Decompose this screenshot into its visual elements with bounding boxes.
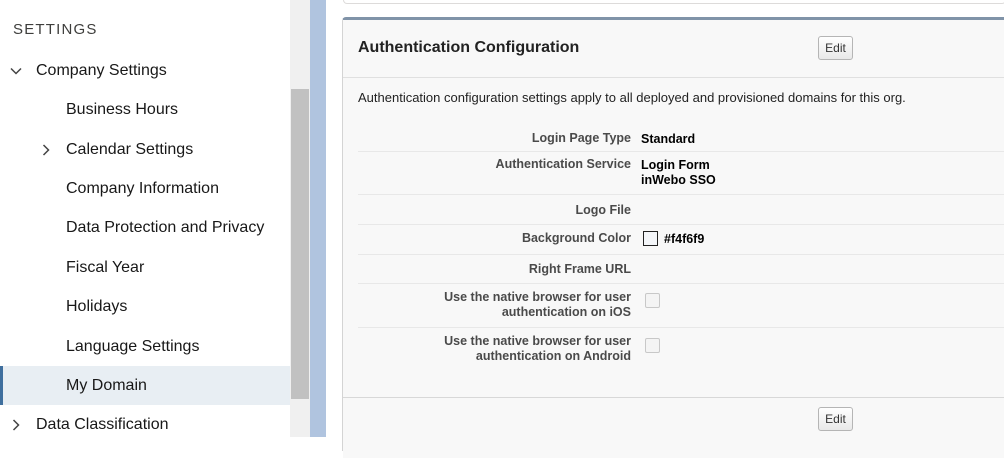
field-label-line: Use the native browser for user [444,334,631,348]
field-value: Login Form inWebo SSO [641,158,716,188]
field-label-line: Use the native browser for user [444,290,631,304]
previous-section-box [343,0,1004,4]
field-label-line: authentication on iOS [501,305,631,319]
field-row-login-page-type: Login Page Type Standard [358,124,1004,152]
edit-button-top[interactable]: Edit [818,36,853,60]
authentication-configuration-panel: Authentication Configuration Edit Authen… [342,17,1004,458]
auth-service-login-form: Login Form [641,158,710,172]
sidebar-item-label: Company Settings [36,61,167,79]
sidebar-scrollbar[interactable] [290,0,310,437]
sidebar-item-my-domain[interactable]: My Domain [0,366,290,405]
field-label: Logo File [575,203,631,217]
native-browser-android-checkbox[interactable] [645,338,660,353]
sidebar-item-label: Data Protection and Privacy [66,218,265,236]
panel-title: Authentication Configuration [358,39,580,56]
field-label: Login Page Type [531,131,631,145]
panel-description: Authentication configuration settings ap… [358,90,906,105]
field-label: Authentication Service [495,157,631,171]
sidebar-item-label: Fiscal Year [66,258,145,276]
chevron-down-icon[interactable] [8,63,24,79]
scrollbar-thumb[interactable] [291,89,309,399]
sidebar-item-fiscal-year[interactable]: Fiscal Year [0,248,290,287]
sidebar-item-label: Data Classification [36,415,169,433]
field-label: Use the native browser for user authenti… [444,334,631,364]
settings-sidebar: SETTINGS Company Settings Business Hours… [0,0,290,437]
sidebar-heading: SETTINGS [13,21,98,38]
field-row-logo-file: Logo File [358,195,1004,225]
field-label: Right Frame URL [528,262,631,276]
sidebar-item-label: Company Information [66,179,219,197]
sidebar-item-holidays[interactable]: Holidays [0,287,290,326]
sidebar-item-data-classification[interactable]: Data Classification [0,405,290,437]
field-row-right-frame-url: Right Frame URL [358,255,1004,284]
sidebar-item-company-settings[interactable]: Company Settings [0,51,290,90]
field-label: Background Color [521,231,631,245]
field-row-native-browser-ios: Use the native browser for user authenti… [358,284,1004,328]
sidebar-item-calendar-settings[interactable]: Calendar Settings [0,130,290,169]
auth-service-inwebo-sso: inWebo SSO [641,173,716,187]
sidebar-item-label: Calendar Settings [66,140,194,158]
sidebar-item-label: Business Hours [66,100,179,118]
color-swatch [643,231,658,246]
field-row-background-color: Background Color #f4f6f9 [358,225,1004,255]
field-row-native-browser-android: Use the native browser for user authenti… [358,328,1004,371]
chevron-right-icon[interactable] [38,142,54,158]
sidebar-item-label: Holidays [66,297,128,315]
edit-button-bottom[interactable]: Edit [818,407,853,431]
native-browser-ios-checkbox[interactable] [645,293,660,308]
field-row-authentication-service: Authentication Service Login Form inWebo… [358,151,1004,195]
field-label-line: authentication on Android [475,349,631,363]
chevron-right-icon[interactable] [8,417,24,433]
panel-footer: Edit [343,397,1004,458]
field-value: Standard [641,132,696,146]
background-color-value: #f4f6f9 [664,232,705,246]
sidebar-item-language-settings[interactable]: Language Settings [0,327,290,366]
sidebar-item-label: My Domain [66,376,147,394]
field-label: Use the native browser for user authenti… [444,290,631,320]
sidebar-item-data-protection[interactable]: Data Protection and Privacy [0,208,290,247]
field-value: #f4f6f9 [643,231,704,247]
sidebar-item-label: Language Settings [66,337,200,355]
panel-header: Authentication Configuration Edit [343,20,1004,78]
sidebar-item-company-information[interactable]: Company Information [0,169,290,208]
sidebar-item-business-hours[interactable]: Business Hours [0,90,290,129]
